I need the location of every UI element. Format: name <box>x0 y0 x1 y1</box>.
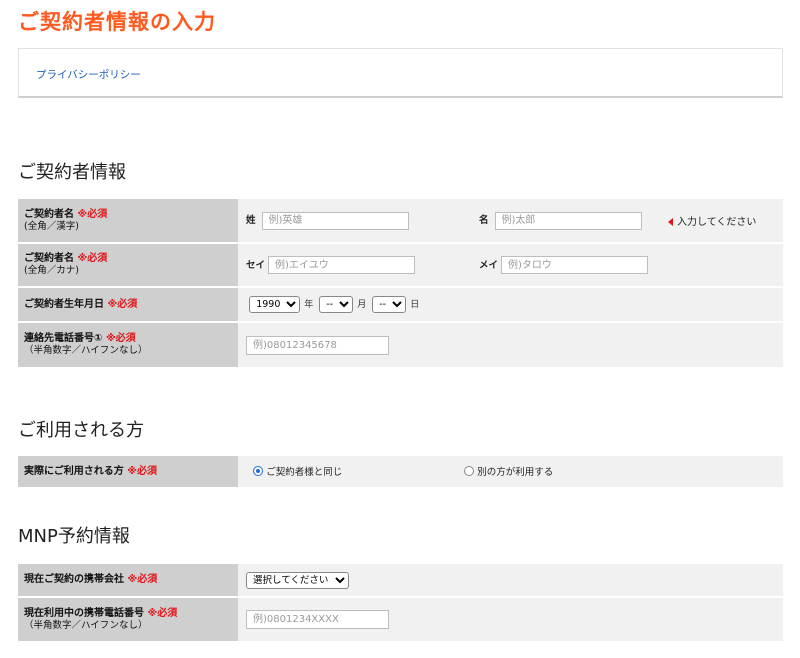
row-name-kanji: ご契約者名 ※必須 (全角／漢字) 姓 名 入力してください <box>18 199 783 242</box>
month-unit: 月 <box>357 300 367 310</box>
row-mnp-number: 現在利用中の携帯電話番号 ※必須 （半角数字／ハイフンなし） <box>18 598 783 641</box>
note-cell-empty <box>668 598 783 641</box>
label-mnp-number: 現在利用中の携帯電話番号 ※必須 （半角数字／ハイフンなし） <box>18 598 238 641</box>
section-title-mnp: MNP予約情報 <box>18 526 130 547</box>
label-text: 現在利用中の携帯電話番号 <box>24 607 144 619</box>
note-cell-empty <box>668 456 783 487</box>
birth-day-select[interactable]: -- <box>372 296 407 313</box>
cell-first-name: 名 <box>453 199 668 242</box>
birth-month-select[interactable]: -- <box>319 296 354 313</box>
input-note: 入力してください <box>677 217 757 228</box>
last-name-label: 姓 <box>246 215 256 226</box>
contractor-table: ご契約者名 ※必須 (全角／漢字) 姓 名 入力してください ご契約者名 ※必須… <box>18 197 783 369</box>
radio-same-as-contractor[interactable]: ご契約者様と同じ <box>253 464 342 478</box>
note-cell: 入力してください <box>668 199 783 242</box>
cell-option-same: ご契約者様と同じ <box>238 456 453 487</box>
required-mark: ※必須 <box>107 298 138 310</box>
row-phone: 連絡先電話番号① ※必須 （半角数字／ハイフンなし） <box>18 323 783 367</box>
row-name-kana: ご契約者名 ※必須 (全角／カナ) セイ メイ <box>18 244 783 286</box>
privacy-policy-link[interactable]: プライバシーポリシー <box>36 67 141 82</box>
label-sub: （半角数字／ハイフンなし） <box>24 619 148 631</box>
option-label: ご契約者様と同じ <box>266 467 343 478</box>
required-mark: ※必須 <box>77 253 108 264</box>
cell-phone <box>238 323 668 367</box>
label-sub: (全角／カナ) <box>24 265 79 276</box>
privacy-box: プライバシーポリシー <box>18 48 783 98</box>
note-cell-empty <box>668 323 783 367</box>
label-sub: （半角数字／ハイフンなし） <box>24 345 148 356</box>
warning-triangle-icon <box>668 218 673 226</box>
radio-unselected-icon <box>464 466 475 476</box>
label-text: 実際にご利用される方 <box>24 465 124 477</box>
label-text: ご契約者名 <box>24 208 74 220</box>
note-cell-empty <box>668 564 783 596</box>
note-cell-empty <box>668 244 783 286</box>
label-text: ご契約者名 <box>24 253 74 264</box>
mnp-number-input[interactable] <box>246 610 389 629</box>
label-birthdate: ご契約者生年月日 ※必須 <box>18 288 238 321</box>
phone-input[interactable] <box>246 335 389 355</box>
carrier-select[interactable]: 選択してください <box>246 571 349 589</box>
last-name-kanji-input[interactable] <box>261 211 409 230</box>
radio-other-user[interactable]: 別の方が利用する <box>464 464 553 478</box>
label-actual-user: 実際にご利用される方 ※必須 <box>18 456 238 487</box>
required-mark: ※必須 <box>105 333 136 344</box>
label-sub: (全角／漢字) <box>24 220 79 232</box>
row-carrier: 現在ご契約の携帯会社 ※必須 選択してください <box>18 564 783 596</box>
required-mark: ※必須 <box>147 607 178 619</box>
last-name-kana-input[interactable] <box>268 256 416 274</box>
required-mark: ※必須 <box>77 208 108 220</box>
cell-option-other: 別の方が利用する <box>453 456 668 487</box>
label-name-kana: ご契約者名 ※必須 (全角／カナ) <box>18 244 238 286</box>
year-unit: 年 <box>304 300 314 310</box>
section-title-user: ご利用される方 <box>18 420 144 441</box>
first-name-label: 名 <box>479 215 489 226</box>
label-text: 連絡先電話番号① <box>24 333 103 344</box>
cell-last-name: 姓 <box>238 199 453 242</box>
cell-first-name-kana: メイ <box>453 244 668 286</box>
required-mark: ※必須 <box>127 574 158 585</box>
required-mark: ※必須 <box>127 465 158 477</box>
first-name-kana-input[interactable] <box>501 256 649 274</box>
label-text: 現在ご契約の携帯会社 <box>24 574 124 585</box>
radio-selected-icon <box>253 466 264 476</box>
cell-birthdate: 1990 年 -- 月 -- 日 <box>238 288 783 321</box>
label-text: ご契約者生年月日 <box>24 298 104 310</box>
cell-last-name-kana: セイ <box>238 244 453 286</box>
first-name-kana-label: メイ <box>479 259 499 271</box>
option-label: 別の方が利用する <box>477 467 554 478</box>
birth-year-select[interactable]: 1990 <box>249 296 301 313</box>
cell-carrier: 選択してください <box>238 564 668 596</box>
row-birthdate: ご契約者生年月日 ※必須 1990 年 -- 月 -- 日 <box>18 288 783 321</box>
first-name-kanji-input[interactable] <box>494 211 642 230</box>
section-title-contractor: ご契約者情報 <box>18 162 126 183</box>
page-title: ご契約者情報の入力 <box>18 10 216 34</box>
label-carrier: 現在ご契約の携帯会社 ※必須 <box>18 564 238 596</box>
day-unit: 日 <box>410 300 420 310</box>
label-name-kanji: ご契約者名 ※必須 (全角／漢字) <box>18 199 238 242</box>
last-name-kana-label: セイ <box>246 259 266 271</box>
user-table: 実際にご利用される方 ※必須 ご契約者様と同じ 別の方が利用する <box>18 454 783 489</box>
label-phone: 連絡先電話番号① ※必須 （半角数字／ハイフンなし） <box>18 323 238 367</box>
row-actual-user: 実際にご利用される方 ※必須 ご契約者様と同じ 別の方が利用する <box>18 456 783 487</box>
cell-mnp-number <box>238 598 668 641</box>
mnp-table: 現在ご契約の携帯会社 ※必須 選択してください 現在利用中の携帯電話番号 ※必須… <box>18 562 783 643</box>
